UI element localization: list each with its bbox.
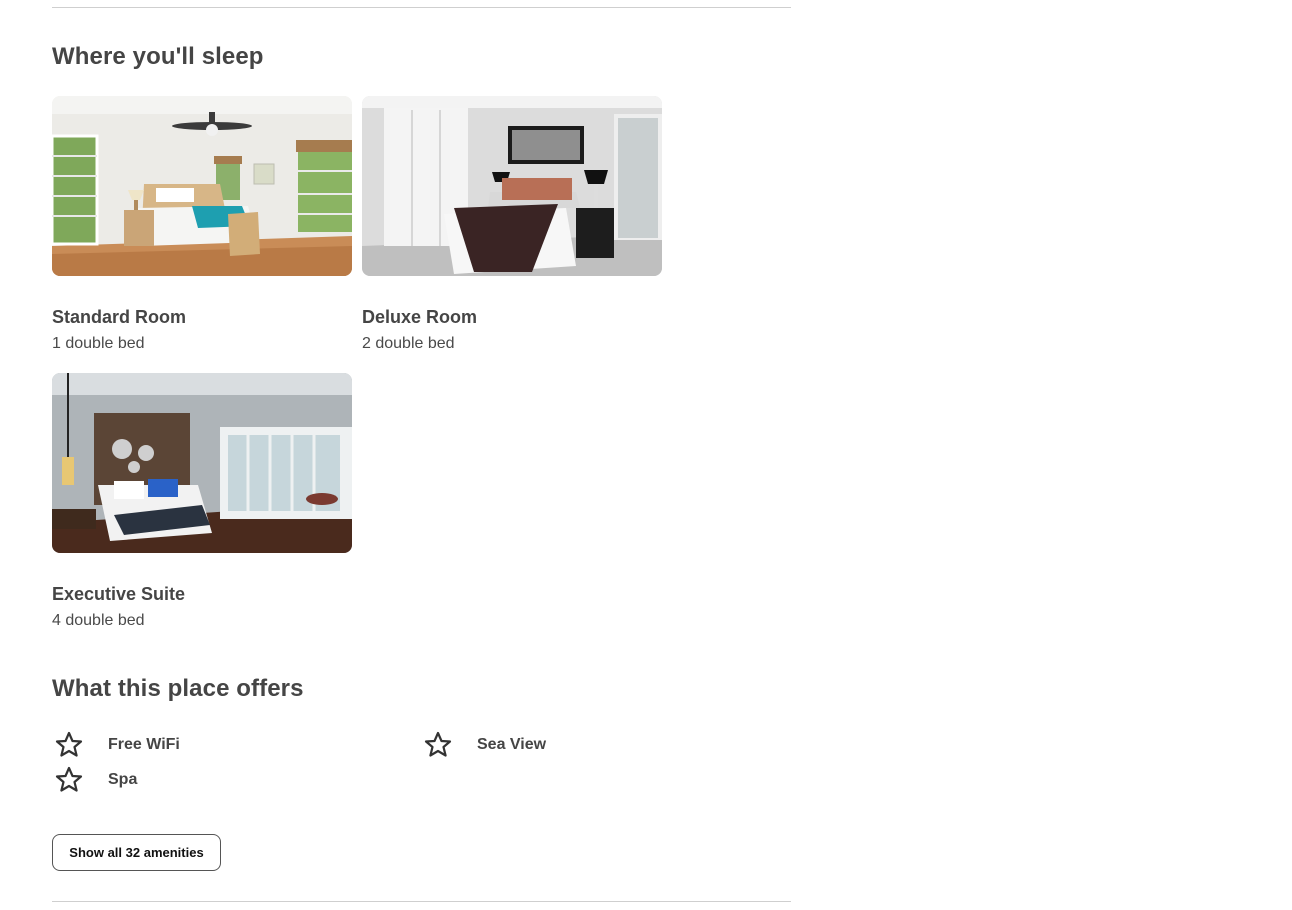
- listing-details: Where you'll sleep Standard Room 1 doubl…: [0, 0, 1292, 910]
- room-beds-standard: 1 double bed: [52, 335, 145, 352]
- room-photo-executive[interactable]: [52, 373, 352, 553]
- star-icon: [423, 730, 453, 760]
- room-photo-deluxe[interactable]: [362, 96, 662, 276]
- room-photo-standard[interactable]: [52, 96, 352, 276]
- room-card-deluxe[interactable]: Deluxe Room 2 double bed: [362, 96, 662, 353]
- room-card-executive[interactable]: Executive Suite 4 double bed: [52, 373, 352, 630]
- sleep-section-title: Where you'll sleep: [52, 43, 264, 70]
- room-beds-deluxe: 2 double bed: [362, 335, 455, 352]
- bottom-divider: [52, 901, 791, 902]
- amenity-free-wifi: Free WiFi: [54, 730, 180, 760]
- star-icon: [54, 730, 84, 760]
- amenity-label: Sea View: [477, 736, 547, 753]
- top-divider: [52, 7, 791, 8]
- room-beds-executive: 4 double bed: [52, 612, 145, 629]
- amenity-sea-view: Sea View: [423, 730, 546, 760]
- room-name-executive: Executive Suite: [52, 584, 186, 604]
- room-name-deluxe: Deluxe Room: [362, 307, 478, 327]
- amenity-label: Spa: [108, 771, 138, 788]
- star-icon: [54, 765, 84, 795]
- amenity-spa: Spa: [54, 765, 137, 795]
- amenity-label: Free WiFi: [108, 736, 180, 753]
- show-all-amenities-button[interactable]: Show all 32 amenities: [52, 834, 221, 871]
- offers-section-title: What this place offers: [52, 675, 304, 702]
- room-name-standard: Standard Room: [52, 307, 187, 327]
- room-card-standard[interactable]: Standard Room 1 double bed: [52, 96, 352, 353]
